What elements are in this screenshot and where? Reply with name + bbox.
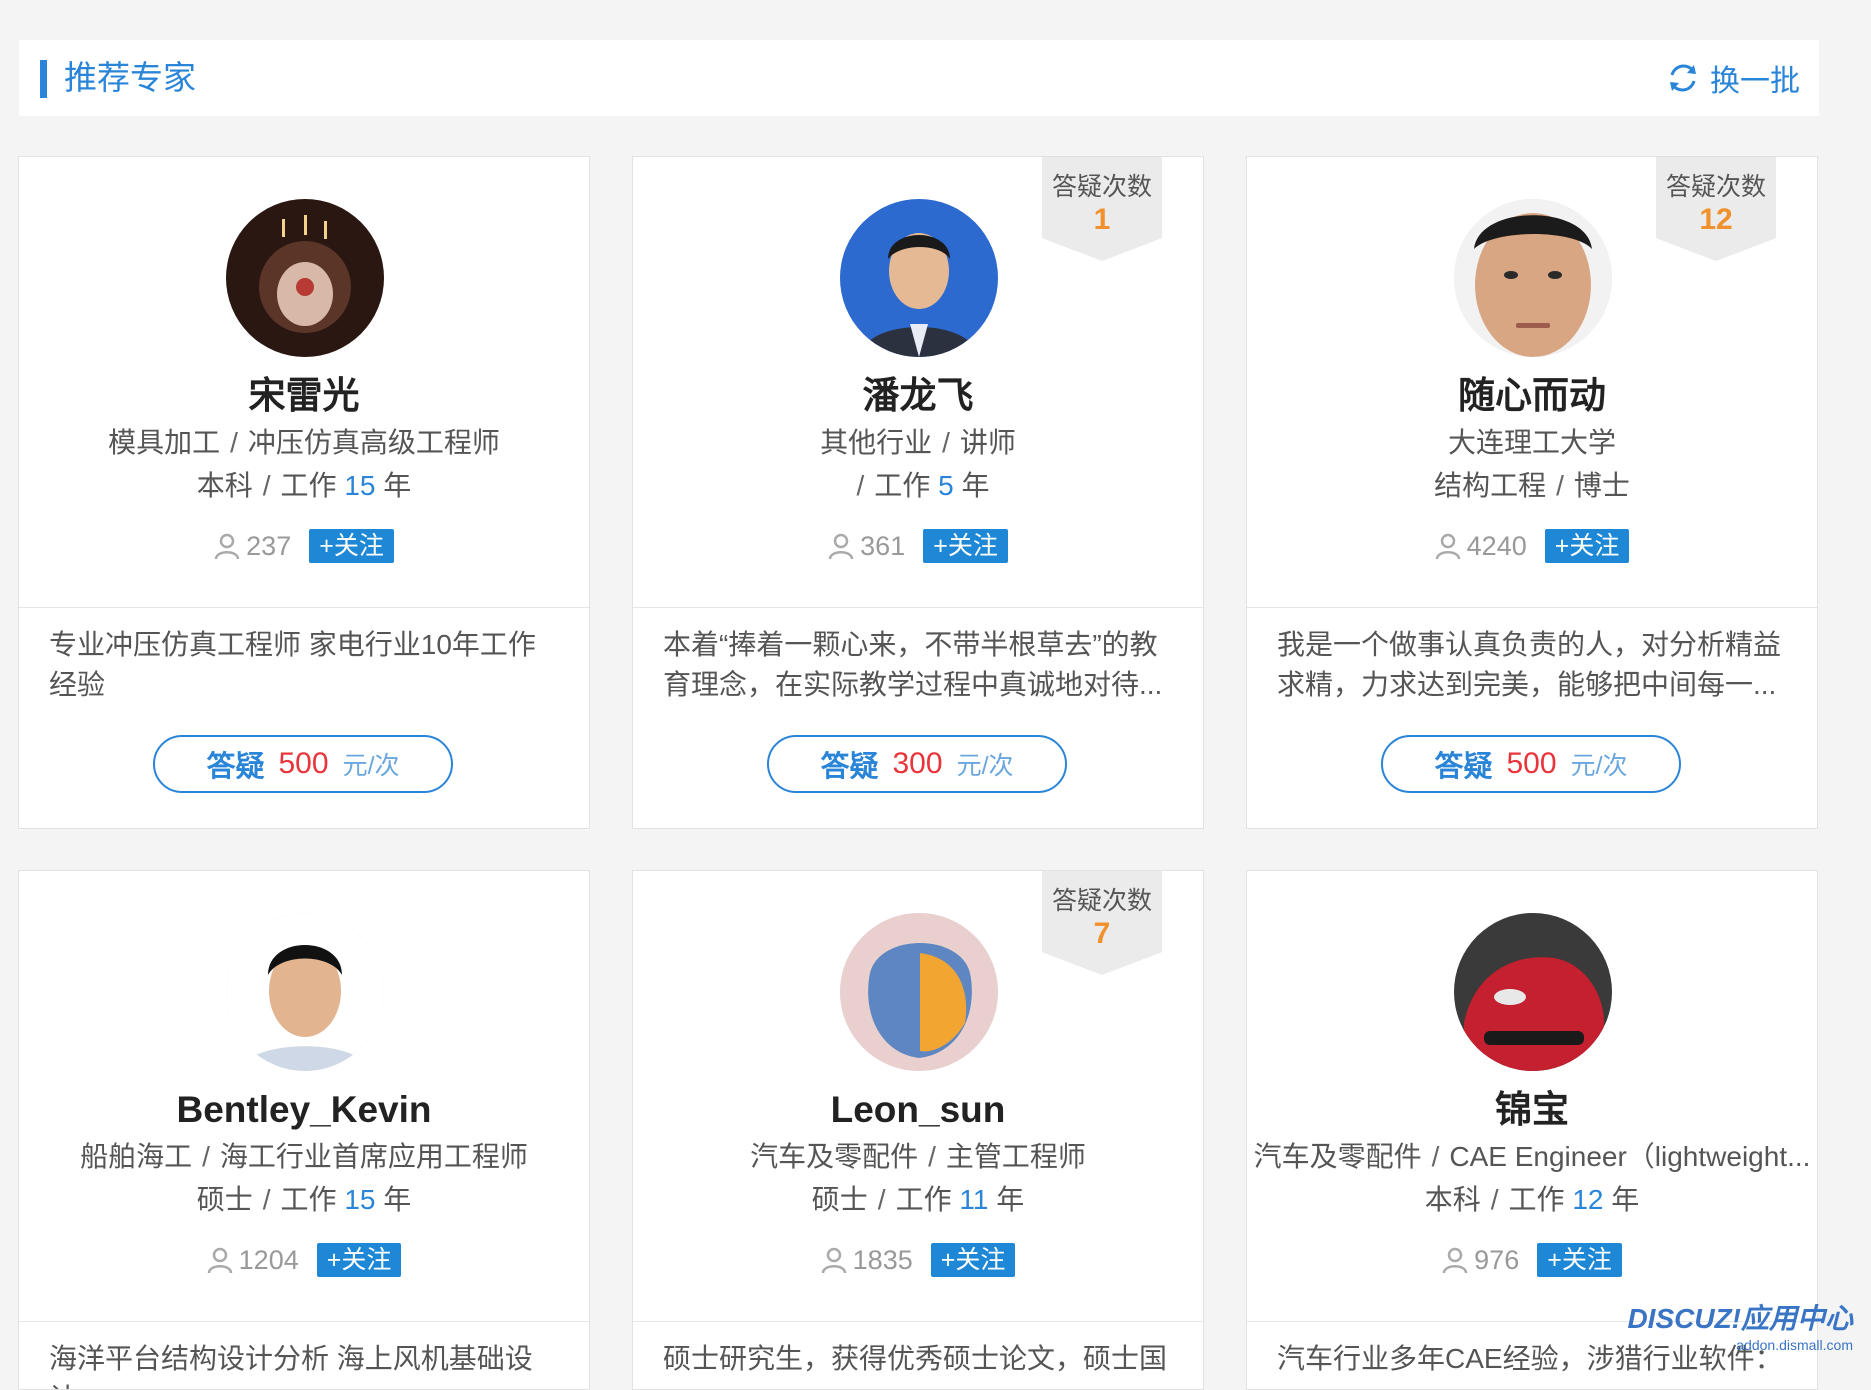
expert-description: 本着“捧着一颗心来，不带半根草去”的教育理念，在实际教学过程中真诚地对待... <box>663 629 1163 700</box>
answer-count-badge: 答疑次数 12 <box>1656 157 1776 261</box>
industry: 船舶海工 <box>80 1141 193 1172</box>
major-degree-line: 结构工程 / 博士 <box>1434 470 1630 501</box>
school-line: 大连理工大学 <box>1247 424 1817 462</box>
work-years: 12 <box>1572 1184 1604 1215</box>
section-title: 推荐专家 <box>64 59 196 96</box>
expert-description: 硕士研究生，获得优秀硕士论文，硕士国 <box>663 1343 1168 1374</box>
degree-experience-line: 硕士 / 工作 11 年 <box>811 1184 1025 1215</box>
work-years: 15 <box>344 1184 376 1215</box>
ask-question-button[interactable]: 答疑 500 元/次 <box>1381 735 1681 793</box>
job-title: 冲压仿真高级工程师 <box>247 427 500 458</box>
industry-title-line: 其他行业 / 讲师 <box>820 427 1016 458</box>
industry: 汽车及零配件 <box>1253 1141 1422 1172</box>
user-icon <box>1435 533 1460 560</box>
divider <box>1247 607 1817 608</box>
degree-experience-line: 本科 / 工作 12 年 <box>1424 1184 1640 1215</box>
ask-question-button[interactable]: 答疑 500 元/次 <box>153 735 453 793</box>
expert-card[interactable]: 宋雷光 模具加工 / 冲压仿真高级工程师 本科 / 工作 15 年 237 +关注 专业… <box>18 156 590 829</box>
industry: 汽车及零配件 <box>750 1141 919 1172</box>
industry: 其他行业 <box>820 427 933 458</box>
job-title: 海工行业首席应用工程师 <box>219 1141 528 1172</box>
divider <box>19 607 589 608</box>
industry-title-line: 船舶海工 / 海工行业首席应用工程师 <box>80 1141 528 1172</box>
expert-name[interactable]: 锦宝 <box>1247 1086 1817 1134</box>
work-years: 5 <box>938 470 954 501</box>
work-years: 15 <box>344 470 376 501</box>
industry: 模具加工 <box>108 427 221 458</box>
expert-name[interactable]: Bentley_Kevin <box>19 1086 589 1134</box>
follow-button[interactable]: +关注 <box>930 1243 1016 1277</box>
industry-title-line: 模具加工 / 冲压仿真高级工程师 <box>108 427 500 458</box>
degree: 本科 <box>196 470 253 501</box>
job-title: CAE Engineer（lightweight... <box>1449 1141 1811 1172</box>
expert-card[interactable]: 答疑次数 1 潘龙飞 其他行业 / 讲师 / 工作 5 年 361 +关注 本着“捧着一… <box>632 156 1204 829</box>
refresh-icon <box>1670 64 1696 92</box>
industry-title-line: 汽车及零配件 / CAE Engineer（lightweight... <box>1253 1141 1811 1172</box>
degree: 博士 <box>1573 470 1630 501</box>
user-icon <box>214 533 240 560</box>
user-icon <box>828 533 854 560</box>
expert-card[interactable]: 答疑次数 12 随心而动 大连理工大学 结构工程 / 博士 4240 +关注 我是一个… <box>1246 156 1818 829</box>
expert-name[interactable]: 随心而动 <box>1247 372 1817 420</box>
avatar[interactable] <box>1454 199 1612 357</box>
price-value: 500 <box>278 747 329 780</box>
degree: 本科 <box>1424 1184 1481 1215</box>
follow-button[interactable]: +关注 <box>316 1243 402 1277</box>
price-value: 500 <box>1506 747 1557 780</box>
degree: 硕士 <box>196 1184 253 1215</box>
expert-card[interactable]: 答疑次数 7 Leon_sun 汽车及零配件 / 主管工程师 硕士 / 工作 11 年 1… <box>632 870 1204 1390</box>
user-icon <box>821 1247 846 1274</box>
divider <box>633 1321 1203 1322</box>
expert-name[interactable]: Leon_sun <box>633 1086 1203 1134</box>
degree: 硕士 <box>811 1184 868 1215</box>
answer-count-badge: 答疑次数 1 <box>1042 157 1162 261</box>
expert-name[interactable]: 潘龙飞 <box>633 372 1203 420</box>
divider <box>19 1321 589 1322</box>
follow-button[interactable]: +关注 <box>923 529 1008 563</box>
degree-experience-line: 硕士 / 工作 15 年 <box>196 1184 412 1215</box>
avatar[interactable] <box>840 199 998 357</box>
job-title: 讲师 <box>959 427 1016 458</box>
ask-question-button[interactable]: 答疑 300 元/次 <box>767 735 1067 793</box>
follow-button[interactable]: +关注 <box>1544 529 1630 563</box>
expert-card[interactable]: Bentley_Kevin 船舶海工 / 海工行业首席应用工程师 硕士 / 工作 15 … <box>18 870 590 1390</box>
degree-experience-line: 本科 / 工作 15 年 <box>196 470 412 501</box>
major: 结构工程 <box>1434 470 1547 501</box>
follower-count: 237 <box>214 531 291 562</box>
follow-button[interactable]: +关注 <box>1537 1243 1622 1277</box>
watermark-logo: DISCUZ!应用中心 addon.dismall.com <box>1627 1303 1853 1353</box>
job-title: 主管工程师 <box>945 1141 1086 1172</box>
expert-description: 海洋平台结构设计分析 海上风机基础设计 <box>49 1343 533 1389</box>
follow-button[interactable]: +关注 <box>309 529 394 563</box>
avatar[interactable] <box>1454 913 1612 1071</box>
work-years: 11 <box>959 1184 989 1215</box>
refresh-batch-button[interactable]: 换一批 <box>1666 56 1800 100</box>
answer-count-badge: 答疑次数 7 <box>1042 871 1162 975</box>
refresh-label: 换一批 <box>1710 65 1800 98</box>
follower-count: 1204 <box>207 1245 299 1276</box>
expert-name[interactable]: 宋雷光 <box>19 372 589 420</box>
title-accent-bar <box>40 60 47 98</box>
school: 大连理工大学 <box>1447 427 1616 458</box>
follower-count: 361 <box>828 531 905 562</box>
user-icon <box>207 1247 232 1274</box>
avatar[interactable] <box>226 913 384 1071</box>
price-value: 300 <box>892 747 943 780</box>
follower-count: 4240 <box>1435 531 1527 562</box>
avatar[interactable] <box>840 913 998 1071</box>
divider <box>633 607 1203 608</box>
follower-count: 1835 <box>821 1245 913 1276</box>
industry-title-line: 汽车及零配件 / 主管工程师 <box>750 1141 1086 1172</box>
user-icon <box>1442 1247 1468 1274</box>
recommended-experts-header: 推荐专家 换一批 <box>19 40 1819 116</box>
expert-description: 我是一个做事认真负责的人，对分析精益求精，力求达到完美，能够把中间每一... <box>1277 629 1782 700</box>
follower-count: 976 <box>1442 1245 1519 1276</box>
avatar[interactable] <box>226 199 384 357</box>
expert-description: 专业冲压仿真工程师 家电行业10年工作经验 <box>49 629 536 700</box>
degree-experience-line: / 工作 5 年 <box>856 470 990 501</box>
